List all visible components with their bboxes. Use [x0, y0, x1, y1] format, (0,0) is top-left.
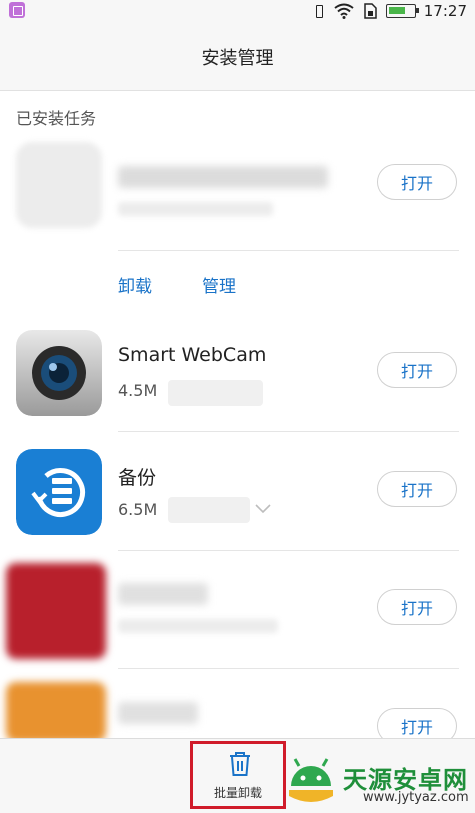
open-button[interactable]: 打开 [377, 164, 457, 200]
status-time: 17:27 [423, 2, 467, 20]
vibrate-icon [312, 4, 326, 18]
status-icons: 17:27 [312, 0, 467, 22]
app-row[interactable]: 打开 [0, 130, 475, 249]
trash-icon [230, 752, 250, 776]
manage-link[interactable]: 管理 [202, 272, 236, 297]
android-logo-icon [289, 758, 333, 802]
app-icon-blurred [6, 682, 106, 742]
sim-icon [364, 3, 377, 19]
open-button[interactable]: 打开 [377, 471, 457, 507]
backup-icon [16, 449, 102, 535]
divider [118, 668, 459, 669]
app-size: 6.5M [118, 500, 158, 519]
app-row[interactable]: Smart WebCam 4.5M 打开 [0, 318, 475, 437]
blurred-detail [168, 380, 263, 406]
status-bar: 17:27 [0, 0, 475, 22]
batch-uninstall-label: 批量卸载 [213, 786, 262, 800]
blurred-app-name [118, 166, 328, 188]
batch-uninstall-button[interactable]: 批量卸载 [190, 741, 286, 809]
webcam-icon [16, 330, 102, 416]
battery-icon [385, 4, 419, 18]
app-size: 4.5M [118, 381, 158, 400]
open-button[interactable]: 打开 [377, 589, 457, 625]
wifi-icon [334, 3, 354, 19]
section-title: 已安装任务 [16, 109, 97, 128]
divider [118, 431, 459, 432]
watermark-url: www.jytyaz.com [363, 790, 469, 805]
app-row[interactable]: 备份 6.5M 打开 [0, 437, 475, 556]
app-actions: 卸载 管理 [0, 250, 475, 316]
blurred-app-size [118, 619, 278, 633]
watermark: 天源安卓网 www.jytyaz.com [283, 752, 473, 808]
app-row[interactable]: 打开 [0, 555, 475, 674]
blurred-app-name [118, 583, 208, 605]
divider [118, 550, 459, 551]
uninstall-link[interactable]: 卸载 [118, 272, 152, 297]
blurred-app-size [118, 202, 273, 216]
app-icon-blurred [16, 142, 102, 228]
app-icon-blurred [6, 563, 106, 659]
page-title: 安装管理 [201, 48, 274, 69]
app-name: Smart WebCam [118, 344, 267, 366]
blurred-detail [168, 497, 250, 523]
blurred-app-name [118, 702, 198, 724]
gallery-icon [9, 2, 25, 18]
chevron-down-icon[interactable] [254, 503, 272, 515]
app-name: 备份 [118, 467, 157, 489]
title-bar: 安装管理 [0, 22, 475, 91]
open-button[interactable]: 打开 [377, 352, 457, 388]
